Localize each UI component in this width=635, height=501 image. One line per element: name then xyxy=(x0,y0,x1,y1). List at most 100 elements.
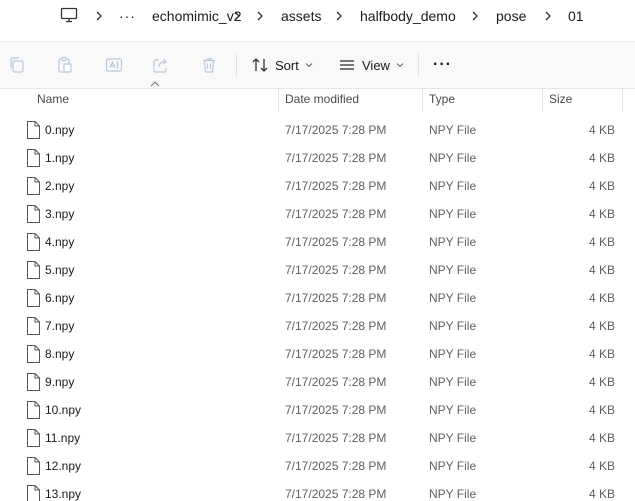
file-row[interactable]: 1.npy 7/17/2025 7:28 PM NPY File 4 KB xyxy=(0,145,635,173)
see-more-button[interactable]: ··· xyxy=(433,53,452,77)
file-date: 7/17/2025 7:28 PM xyxy=(285,431,387,445)
sort-icon xyxy=(252,58,268,72)
file-size: 4 KB xyxy=(588,179,615,193)
file-icon xyxy=(27,149,40,167)
column-header-type[interactable]: Type xyxy=(429,92,455,106)
file-row[interactable]: 12.npy 7/17/2025 7:28 PM NPY File 4 KB xyxy=(0,453,635,481)
chevron-right-icon[interactable] xyxy=(470,8,480,24)
file-name: 10.npy xyxy=(45,403,82,417)
file-date: 7/17/2025 7:28 PM xyxy=(285,151,387,165)
file-type: NPY File xyxy=(429,431,477,445)
file-date: 7/17/2025 7:28 PM xyxy=(285,459,387,473)
view-button[interactable]: View xyxy=(338,53,404,77)
file-type: NPY File xyxy=(429,151,477,165)
file-date: 7/17/2025 7:28 PM xyxy=(285,123,387,137)
toolbar-divider xyxy=(236,53,237,77)
column-divider[interactable] xyxy=(422,88,423,112)
chevron-right-icon[interactable] xyxy=(543,8,553,24)
file-size: 4 KB xyxy=(588,375,615,389)
file-name: 3.npy xyxy=(45,207,75,221)
share-icon[interactable] xyxy=(151,55,171,75)
breadcrumb-item-assets[interactable]: assets xyxy=(281,6,321,26)
view-label: View xyxy=(362,57,390,73)
file-type: NPY File xyxy=(429,235,477,249)
chevron-right-icon[interactable] xyxy=(334,8,344,24)
file-row[interactable]: 13.npy 7/17/2025 7:28 PM NPY File 4 KB xyxy=(0,481,635,501)
breadcrumb-item-halfbody-demo[interactable]: halfbody_demo xyxy=(360,6,456,26)
file-date: 7/17/2025 7:28 PM xyxy=(285,487,387,501)
breadcrumb-item-pose[interactable]: pose xyxy=(496,6,526,26)
paste-icon[interactable] xyxy=(55,55,75,75)
breadcrumb-item-echomimic[interactable]: echomimic_v2 xyxy=(152,6,241,26)
file-row[interactable]: 11.npy 7/17/2025 7:28 PM NPY File 4 KB xyxy=(0,425,635,453)
column-header-name[interactable]: Name xyxy=(37,92,69,106)
this-pc-icon[interactable] xyxy=(60,6,78,27)
file-size: 4 KB xyxy=(588,403,615,417)
file-size: 4 KB xyxy=(588,431,615,445)
file-row[interactable]: 9.npy 7/17/2025 7:28 PM NPY File 4 KB xyxy=(0,369,635,397)
file-date: 7/17/2025 7:28 PM xyxy=(285,235,387,249)
file-size: 4 KB xyxy=(588,207,615,221)
file-row[interactable]: 0.npy 7/17/2025 7:28 PM NPY File 4 KB xyxy=(0,117,635,145)
file-size: 4 KB xyxy=(588,347,615,361)
chevron-down-icon xyxy=(396,63,404,68)
chevron-down-icon xyxy=(305,63,313,68)
file-icon xyxy=(27,345,40,363)
file-type: NPY File xyxy=(429,207,477,221)
file-icon xyxy=(27,401,40,419)
file-name: 5.npy xyxy=(45,263,75,277)
file-row[interactable]: 8.npy 7/17/2025 7:28 PM NPY File 4 KB xyxy=(0,341,635,369)
file-type: NPY File xyxy=(429,179,477,193)
file-name: 2.npy xyxy=(45,179,75,193)
file-icon xyxy=(27,457,40,475)
breadcrumb-more-button[interactable]: ··· xyxy=(119,6,136,26)
file-name: 6.npy xyxy=(45,291,75,305)
column-header-size[interactable]: Size xyxy=(549,92,572,106)
file-date: 7/17/2025 7:28 PM xyxy=(285,207,387,221)
file-row[interactable]: 4.npy 7/17/2025 7:28 PM NPY File 4 KB xyxy=(0,229,635,257)
file-size: 4 KB xyxy=(588,291,615,305)
file-size: 4 KB xyxy=(588,123,615,137)
column-divider[interactable] xyxy=(278,88,279,112)
file-type: NPY File xyxy=(429,459,477,473)
file-date: 7/17/2025 7:28 PM xyxy=(285,179,387,193)
toolbar-divider xyxy=(418,53,419,77)
file-date: 7/17/2025 7:28 PM xyxy=(285,263,387,277)
file-name: 7.npy xyxy=(45,319,75,333)
sort-button[interactable]: Sort xyxy=(251,53,313,77)
file-type: NPY File xyxy=(429,319,477,333)
file-row[interactable]: 2.npy 7/17/2025 7:28 PM NPY File 4 KB xyxy=(0,173,635,201)
file-name: 9.npy xyxy=(45,375,75,389)
file-icon xyxy=(27,233,40,251)
file-row[interactable]: 3.npy 7/17/2025 7:28 PM NPY File 4 KB xyxy=(0,201,635,229)
file-size: 4 KB xyxy=(588,263,615,277)
file-size: 4 KB xyxy=(588,319,615,333)
view-list-icon xyxy=(340,60,354,70)
copy-icon[interactable] xyxy=(7,55,27,75)
chevron-right-icon[interactable] xyxy=(94,8,104,24)
file-icon xyxy=(27,373,40,391)
column-headers: Name Date modified Type Size xyxy=(0,88,635,112)
column-header-date[interactable]: Date modified xyxy=(285,92,359,106)
column-divider[interactable] xyxy=(542,88,543,112)
file-row[interactable]: 6.npy 7/17/2025 7:28 PM NPY File 4 KB xyxy=(0,285,635,313)
sort-label: Sort xyxy=(275,57,299,73)
chevron-right-icon[interactable] xyxy=(255,8,265,24)
rename-icon[interactable] xyxy=(104,55,124,75)
file-icon xyxy=(27,177,40,195)
file-row[interactable]: 10.npy 7/17/2025 7:28 PM NPY File 4 KB xyxy=(0,397,635,425)
file-size: 4 KB xyxy=(588,459,615,473)
file-row[interactable]: 7.npy 7/17/2025 7:28 PM NPY File 4 KB xyxy=(0,313,635,341)
file-type: NPY File xyxy=(429,375,477,389)
command-bar: Sort View ··· xyxy=(0,41,635,89)
file-icon xyxy=(27,289,40,307)
breadcrumb-item-01[interactable]: 01 xyxy=(568,6,584,26)
file-type: NPY File xyxy=(429,487,477,501)
file-row[interactable]: 5.npy 7/17/2025 7:28 PM NPY File 4 KB xyxy=(0,257,635,285)
file-date: 7/17/2025 7:28 PM xyxy=(285,375,387,389)
file-icon xyxy=(27,429,40,447)
delete-icon[interactable] xyxy=(199,55,219,75)
column-divider[interactable] xyxy=(622,88,623,112)
file-type: NPY File xyxy=(429,291,477,305)
file-icon xyxy=(27,261,40,279)
